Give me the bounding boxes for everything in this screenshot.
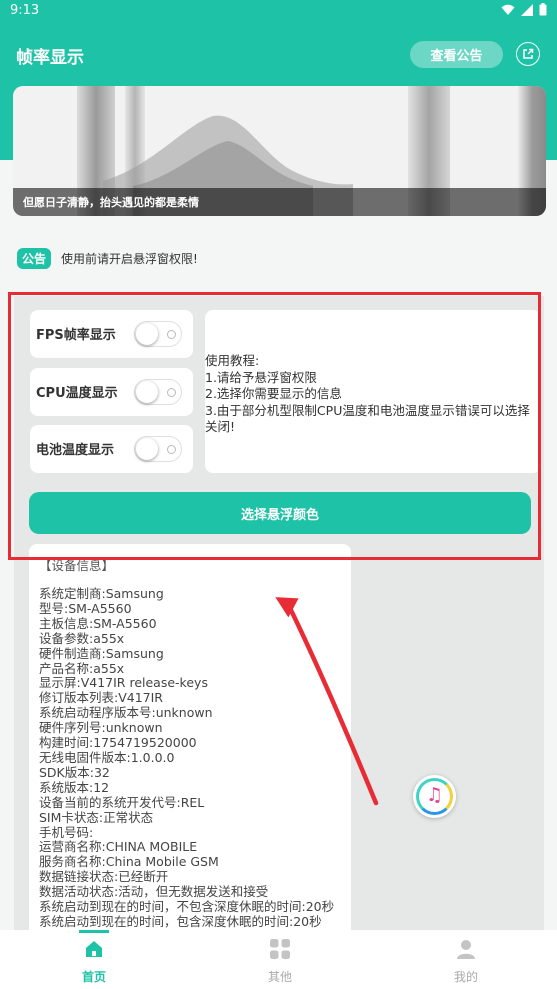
device-info-line: 系统启动到现在的时间，包含深度休眠的时间:20秒 [39, 913, 322, 929]
select-float-color-button[interactable]: 选择悬浮颜色 [29, 492, 531, 534]
device-info-line: 型号:SM-A5560 [39, 600, 132, 616]
status-icons [501, 3, 547, 16]
battery-toggle-label: 电池温度显示 [36, 443, 115, 458]
device-info-line: 硬件序列号:unknown [39, 720, 163, 736]
floating-music-button[interactable]: ♫ [413, 775, 456, 818]
device-info-line: SDK版本:32 [39, 764, 110, 780]
device-info-line: 设备当前的系统开发代号:REL [39, 794, 205, 810]
bottom-nav: 首页 其他 我的 [0, 930, 557, 989]
device-info-line: 修订版本列表:V417IR [39, 690, 163, 706]
announcement-bar[interactable]: 公告 使用前请开启悬浮窗权限! [13, 244, 546, 272]
switch-knob [136, 438, 158, 460]
person-icon [457, 940, 475, 959]
banner-carousel[interactable]: 但愿日子清静，抬头遇见的都是柔情 [13, 86, 546, 216]
battery-toggle-switch[interactable] [134, 436, 182, 462]
grid-icon [270, 939, 290, 959]
device-info-line: 产品名称:a55x [39, 660, 125, 676]
device-info-line: 系统启动程序版本号:unknown [39, 705, 213, 721]
nav-home[interactable]: 首页 [54, 930, 134, 989]
device-info-line: 运营商名称:CHINA MOBILE [39, 839, 198, 855]
status-bar: 9:13 [0, 0, 557, 22]
signal-icon [521, 3, 533, 16]
device-info-line: 显示屏:V417IR release-keys [39, 675, 208, 691]
banner-caption: 但愿日子清静，抬头遇见的都是柔情 [13, 188, 546, 216]
device-info-line: 服务商名称:China Mobile GSM [39, 854, 219, 870]
app-title: 帧率显示 [16, 48, 84, 68]
nav-home-label: 首页 [81, 970, 106, 984]
switch-off-indicator [167, 445, 176, 454]
device-info-line: 数据活动状态:活动，但无数据发送和接受 [39, 884, 269, 900]
status-time: 9:13 [10, 3, 40, 18]
device-info-line: 系统版本:12 [39, 779, 110, 795]
nav-active-indicator [79, 930, 109, 933]
fps-toggle-label: FPS帧率显示 [36, 328, 116, 343]
device-info-line: 系统定制商:Samsung [39, 586, 164, 601]
battery-toggle-card: 电池温度显示 [30, 425, 193, 473]
device-info-card: 【设备信息】 系统定制商:Samsung 型号:SM-A5560 主板信息:SM-A… [29, 544, 351, 944]
device-info-line: 设备参数:a55x [39, 630, 125, 646]
switch-knob [136, 381, 158, 403]
device-info-line: 数据链接状态:已经断开 [39, 869, 169, 885]
cpu-toggle-label: CPU温度显示 [36, 386, 118, 401]
switch-off-indicator [167, 388, 176, 397]
device-info-line: 构建时间:1754719520000 [39, 735, 197, 751]
announcement-badge: 公告 [17, 247, 52, 269]
announcement-text: 使用前请开启悬浮窗权限! [61, 251, 198, 266]
wifi-icon [501, 4, 515, 15]
fps-toggle-switch[interactable] [134, 321, 182, 347]
view-notice-button[interactable]: 查看公告 [410, 41, 503, 68]
nav-other[interactable]: 其他 [240, 930, 320, 989]
home-icon [86, 941, 102, 957]
music-note-icon: ♫ [425, 784, 444, 806]
device-info-line: 主板信息:SM-A5560 [39, 615, 157, 631]
nav-mine[interactable]: 我的 [426, 930, 506, 989]
fps-toggle-card: FPS帧率显示 [30, 310, 193, 358]
device-info-header: 【设备信息】 [39, 558, 115, 573]
nav-mine-label: 我的 [453, 970, 478, 984]
device-info-list: 系统定制商:Samsung 型号:SM-A5560 主板信息:SM-A5560 设备参… [39, 586, 335, 930]
nav-other-label: 其他 [267, 970, 292, 984]
device-info-line: SIM卡状态:正常状态 [39, 809, 154, 825]
device-info-line: 硬件制造商:Samsung [39, 645, 164, 661]
battery-icon [539, 3, 547, 16]
tutorial-text: 使用教程: 1.请给予悬浮窗权限 2.选择你需要显示的信息 3.由于部分机型限制… [205, 353, 530, 434]
device-info-line: 无线电固件版本:1.0.0.0 [39, 749, 175, 765]
cpu-toggle-switch[interactable] [134, 379, 182, 405]
tutorial-card: 使用教程: 1.请给予悬浮窗权限 2.选择你需要显示的信息 3.由于部分机型限制… [205, 310, 541, 473]
switch-off-indicator [167, 330, 176, 339]
share-icon [523, 48, 534, 59]
device-info-line: 手机号码: [39, 824, 94, 840]
cpu-toggle-card: CPU温度显示 [30, 368, 193, 416]
device-info-line: 系统启动到现在的时间，不包含深度休眠的时间:20秒 [39, 899, 335, 915]
share-button[interactable] [516, 42, 540, 66]
switch-knob [136, 323, 158, 345]
